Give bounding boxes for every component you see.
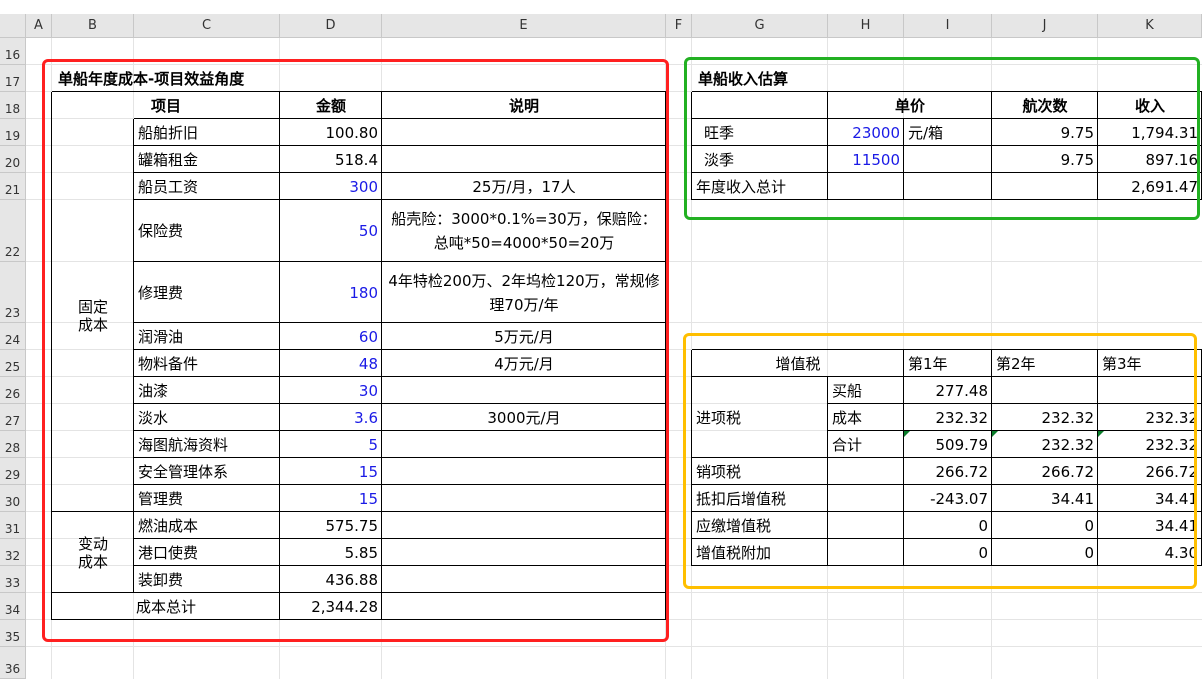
row-header[interactable]: 23 (0, 262, 26, 323)
row-header[interactable]: 17 (0, 65, 26, 92)
red-highlight-box (42, 59, 669, 642)
row-header[interactable]: 19 (0, 119, 26, 146)
green-highlight-box (684, 57, 1200, 220)
column-header[interactable]: C (134, 14, 280, 38)
column-header[interactable]: D (280, 14, 382, 38)
top-strip (0, 0, 1202, 14)
row-header[interactable]: 26 (0, 377, 26, 404)
row-header[interactable]: 18 (0, 92, 26, 119)
row-header[interactable]: 29 (0, 458, 26, 485)
column-header[interactable]: F (666, 14, 692, 38)
column-header[interactable]: B (52, 14, 134, 38)
row-header[interactable]: 22 (0, 200, 26, 262)
column-header[interactable]: A (26, 14, 52, 38)
row-header[interactable]: 33 (0, 566, 26, 593)
row-header[interactable]: 28 (0, 431, 26, 458)
yellow-highlight-box (683, 333, 1197, 589)
column-header[interactable]: J (992, 14, 1098, 38)
gridline-h (26, 646, 1202, 647)
row-header[interactable]: 25 (0, 350, 26, 377)
row-header[interactable]: 21 (0, 173, 26, 200)
row-header[interactable]: 32 (0, 539, 26, 566)
row-header[interactable]: 35 (0, 620, 26, 647)
column-header[interactable]: H (828, 14, 904, 38)
column-header[interactable]: I (904, 14, 992, 38)
select-all-corner[interactable] (0, 14, 26, 38)
column-header[interactable]: G (692, 14, 828, 38)
column-header[interactable]: E (382, 14, 666, 38)
column-header[interactable]: K (1098, 14, 1202, 38)
row-header[interactable]: 31 (0, 512, 26, 539)
spreadsheet-grid[interactable]: ABCDEFGHIJK 16 17 18 19 20 21 22 23 24 25 26 27 28 29… (0, 0, 1202, 679)
row-header[interactable]: 16 (0, 38, 26, 65)
row-header[interactable]: 36 (0, 647, 26, 679)
row-header[interactable]: 27 (0, 404, 26, 431)
row-header[interactable]: 24 (0, 323, 26, 350)
row-header[interactable]: 20 (0, 146, 26, 173)
row-header[interactable]: 30 (0, 485, 26, 512)
row-header[interactable]: 34 (0, 593, 26, 620)
